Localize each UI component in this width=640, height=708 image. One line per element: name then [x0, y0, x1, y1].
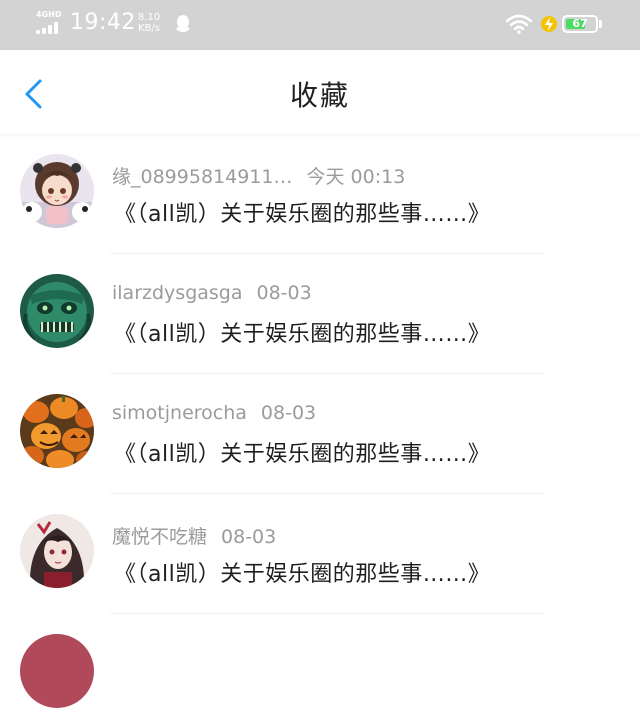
timestamp: 08-03: [260, 402, 317, 424]
favorites-list: 缘_08995814911… 今天 00:13 《（all凯）关于娱乐圈的那些事……: [0, 134, 640, 614]
network-speed-value: 8.10: [138, 12, 161, 23]
green-mask-avatar[interactable]: [20, 274, 94, 348]
network-type-label: 4GHD: [36, 10, 62, 19]
post-title[interactable]: 《（all凯）关于娱乐圈的那些事……》: [114, 316, 490, 348]
pumpkins-avatar[interactable]: [20, 394, 94, 468]
charging-icon: [541, 16, 557, 32]
page-title: 收藏: [289, 79, 350, 112]
nav-bar: 收藏: [0, 50, 640, 134]
divider: [110, 613, 544, 614]
battery-level: 67: [572, 17, 588, 30]
status-bar: 4GHD 19:42 8.10 KB/s 67: [0, 0, 640, 50]
battery-tip: [599, 20, 602, 28]
network-speed-unit: KB/s: [138, 23, 160, 34]
anime-girl-avatar[interactable]: [20, 154, 94, 228]
cellular-signal: 4GHD: [36, 10, 62, 36]
battery-icon: 67: [562, 15, 598, 33]
list-item[interactable]: 魔悦不吃糖 08-03 《（all凯）关于娱乐圈的那些事……》: [0, 494, 640, 614]
list-item[interactable]: simotjnerocha 08-03 《（all凯）关于娱乐圈的那些事……》: [0, 374, 640, 494]
user-name[interactable]: 魔悦不吃糖: [112, 526, 207, 548]
partial-avatar[interactable]: [20, 634, 94, 708]
qq-icon: [176, 15, 190, 32]
user-name[interactable]: simotjnerocha: [112, 402, 247, 424]
list-item[interactable]: 缘_08995814911… 今天 00:13 《（all凯）关于娱乐圈的那些事……: [0, 134, 640, 254]
item-meta: simotjnerocha 08-03: [112, 402, 316, 424]
item-meta: ilarzdysgasga 08-03: [112, 282, 312, 304]
post-title[interactable]: 《（all凯）关于娱乐圈的那些事……》: [114, 556, 490, 588]
user-name[interactable]: ilarzdysgasga: [112, 282, 243, 304]
post-title[interactable]: 《（all凯）关于娱乐圈的那些事……》: [114, 196, 490, 228]
dark-hair-girl-avatar[interactable]: [20, 514, 94, 588]
timestamp: 今天 00:13: [306, 166, 406, 188]
clock: 19:42: [70, 10, 136, 35]
network-speed: 8.10 KB/s: [138, 12, 160, 34]
timestamp: 08-03: [221, 526, 277, 548]
item-meta: 缘_08995814911… 今天 00:13: [112, 162, 405, 189]
list-item[interactable]: ilarzdysgasga 08-03 《（all凯）关于娱乐圈的那些事……》: [0, 254, 640, 374]
post-title[interactable]: 《（all凯）关于娱乐圈的那些事……》: [114, 436, 490, 468]
wifi-icon: [506, 14, 532, 34]
user-name[interactable]: 缘_08995814911…: [112, 166, 292, 188]
timestamp: 08-03: [256, 282, 312, 304]
signal-icon: [36, 22, 62, 34]
item-meta: 魔悦不吃糖 08-03: [112, 522, 276, 549]
